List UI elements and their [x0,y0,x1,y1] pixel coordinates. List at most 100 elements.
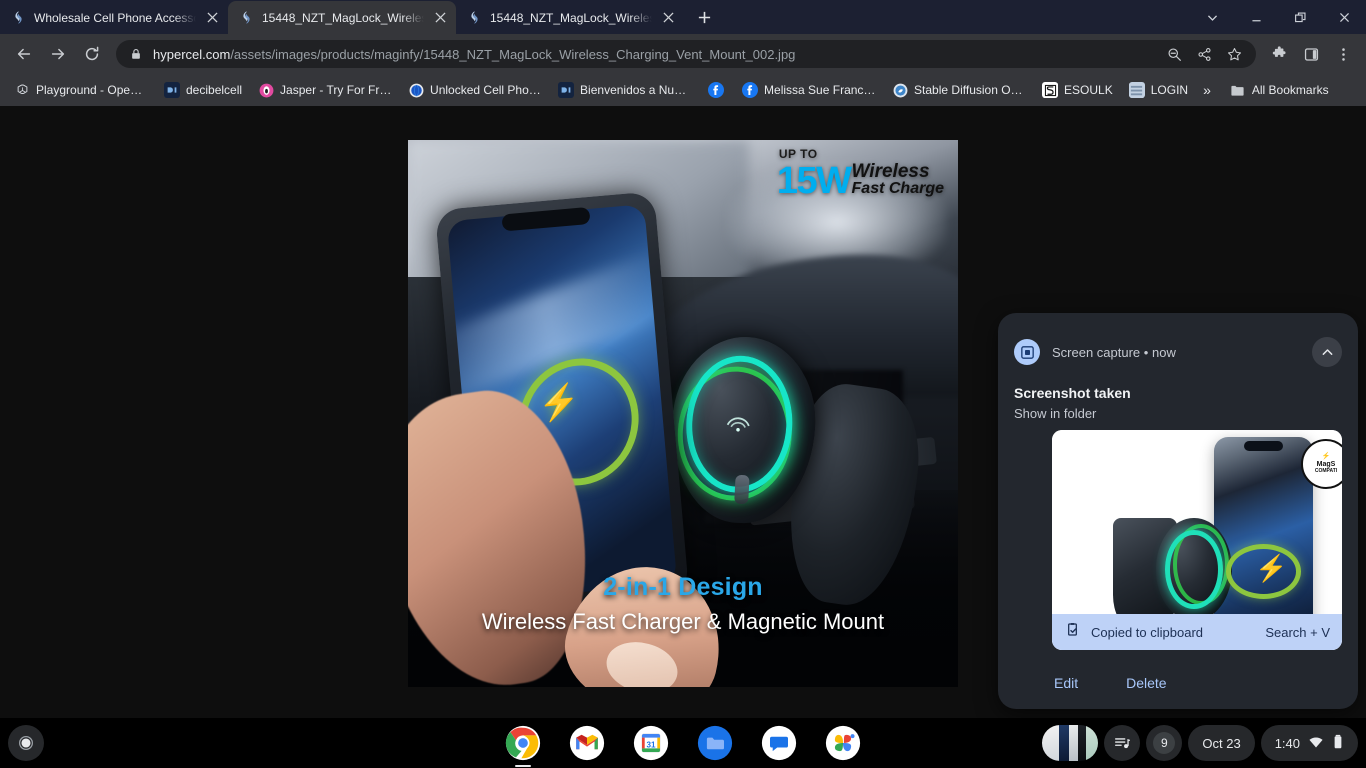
battery-icon [1332,734,1344,753]
wattage-badge: UP TO 15W Wireless Fast Charge [776,147,944,203]
back-button[interactable] [8,38,40,70]
zoom-out-icon[interactable] [1160,40,1188,68]
bookmark-decibelcell[interactable]: decibelcell [156,78,250,102]
qi-wireless-icon [714,395,762,449]
bookmark-stable-diffusion[interactable]: Stable Diffusion On… [884,78,1034,102]
tab-1[interactable]: 15448_NZT_MagLock_Wireless_ [228,1,456,34]
bookmark-bienvenidos[interactable]: Bienvenidos a Nues… [550,78,700,102]
tab-close-icon[interactable] [432,10,448,26]
thumb-lightning-bolt-icon: ⚡ [1255,553,1288,584]
side-panel-icon[interactable] [1296,38,1326,70]
reload-button[interactable] [76,38,108,70]
delete-button[interactable]: Delete [1114,669,1178,697]
notification-header: Screen capture • now [998,313,1358,367]
shelf-date: Oct 23 [1202,735,1241,751]
bookmark-label: Jasper - Try For Free [280,83,393,97]
notification-counter-button[interactable]: 9 [1146,725,1183,761]
esoulk-icon [1042,82,1059,98]
badge-line-1: Wireless [851,161,930,182]
bookmark-facebook-1[interactable] [700,78,734,102]
bookmark-playground[interactable]: Playground - Open… [6,78,156,102]
extensions-puzzle-icon[interactable] [1264,38,1294,70]
badge-line-2: Fast Charge [851,180,944,198]
image-captions: 2-in-1 Design Wireless Fast Charger & Ma… [408,573,958,635]
shelf-app-chrome[interactable] [503,723,543,767]
bookmark-unlocked-cell-phone[interactable]: Unlocked Cell Phon… [400,78,550,102]
edit-button[interactable]: Edit [1042,669,1090,697]
collapse-chevron-up-icon[interactable] [1312,337,1342,367]
all-bookmarks-button[interactable]: All Bookmarks [1222,78,1337,102]
decibelcell-icon [558,82,575,98]
bookmark-label: LOGIN [1150,83,1189,97]
shelf-app-photos[interactable] [823,723,863,763]
address-bar[interactable]: hypercel.com/assets/images/products/magi… [116,40,1256,68]
login-icon [1128,82,1145,98]
facebook-icon [742,82,759,98]
shelf-app-messages[interactable] [759,723,799,763]
bookmark-label: decibelcell [186,83,243,97]
screen-capture-notification[interactable]: Screen capture • now Screenshot taken Sh… [998,313,1358,709]
all-bookmarks-label: All Bookmarks [1251,83,1329,97]
bookmark-label: Bienvenidos a Nues… [580,83,693,97]
clipboard-shortcut: Search + V [1265,624,1330,640]
forward-button[interactable] [42,38,74,70]
notification-subtitle[interactable]: Show in folder [1014,406,1358,421]
product-image[interactable]: ⚡ UP TO 15W Wireless Fast Charge 2-in-1 … [408,140,958,687]
lock-icon [128,46,144,62]
tab-close-icon[interactable] [204,10,220,26]
media-controls-button[interactable] [1104,725,1141,761]
bookmarks-overflow-button[interactable]: » [1196,78,1218,102]
app-running-indicator [515,765,531,767]
notification-title: Screenshot taken [1014,385,1131,401]
tab-0[interactable]: Wholesale Cell Phone Accessori [0,1,228,34]
bookmark-label: ESOULK [1064,83,1113,97]
screenshot-thumbnail-tray[interactable] [1042,725,1099,761]
thumb-charger-puck [1156,518,1232,622]
thumb-phone [1214,436,1313,639]
bookmark-melissa-sue-france[interactable]: Melissa Sue France… [734,78,884,102]
folder-icon [1230,82,1246,98]
badge-bolt-icon: ⚡ [1321,453,1331,461]
shelf-app-files[interactable] [695,723,735,763]
bookmark-star-icon[interactable] [1220,40,1248,68]
notification-source-line: Screen capture • now [1052,345,1300,360]
notification-separator: • [1143,344,1149,360]
tab-search-button[interactable] [1190,0,1234,34]
bookmark-label: Unlocked Cell Phon… [430,83,543,97]
clipboard-toast: Copied to clipboard Search + V [1052,614,1342,650]
kebab-menu-icon[interactable] [1328,38,1358,70]
maximize-restore-button[interactable] [1278,0,1322,34]
shelf-app-calendar[interactable]: 31 [631,723,671,763]
minimize-button[interactable] [1234,0,1278,34]
shelf-app-gmail[interactable] [567,723,607,763]
bookmark-login[interactable]: LOGIN [1121,78,1196,102]
bookmark-esoulk[interactable]: ESOULK [1034,78,1121,102]
shelf-time: 1:40 [1274,735,1300,751]
clipboard-check-icon [1064,621,1081,643]
date-button[interactable]: Oct 23 [1188,725,1255,761]
screen: Wholesale Cell Phone Accessori 15448_NZT… [0,0,1366,768]
decibelcell-icon [164,82,180,98]
close-window-button[interactable] [1322,0,1366,34]
badge-row: 15W Wireless Fast Charge [776,160,944,203]
browser-toolbar: hypercel.com/assets/images/products/magi… [0,34,1366,74]
tab-2[interactable]: 15448_NZT_MagLock_Wireless_ [456,1,684,34]
new-tab-button[interactable] [690,3,718,31]
tab-close-icon[interactable] [660,10,676,26]
badge-up-to: UP TO [778,147,818,161]
omnibox-actions [1160,40,1252,68]
tab-favicon-hypercel [466,10,482,26]
notification-thumbnail[interactable]: ⚡ ⚡ MagS COMPATI Copied to clipboard Sea… [1052,430,1342,650]
url-path: /assets/images/products/maginfy/15448_NZ… [230,46,796,62]
svg-text:31: 31 [647,741,656,750]
badge-watts: 15W [776,160,852,203]
stable-diffusion-icon [892,82,908,98]
bookmark-jasper[interactable]: Jasper - Try For Free [250,78,400,102]
thumb-phone-notch [1243,440,1284,451]
url-host: hypercel.com [153,46,231,62]
share-icon[interactable] [1190,40,1218,68]
badge-lines: Wireless Fast Charge [852,162,944,198]
notification-count: 9 [1153,732,1176,754]
clipboard-message: Copied to clipboard [1091,624,1204,640]
status-area-button[interactable]: 1:40 [1260,725,1358,761]
